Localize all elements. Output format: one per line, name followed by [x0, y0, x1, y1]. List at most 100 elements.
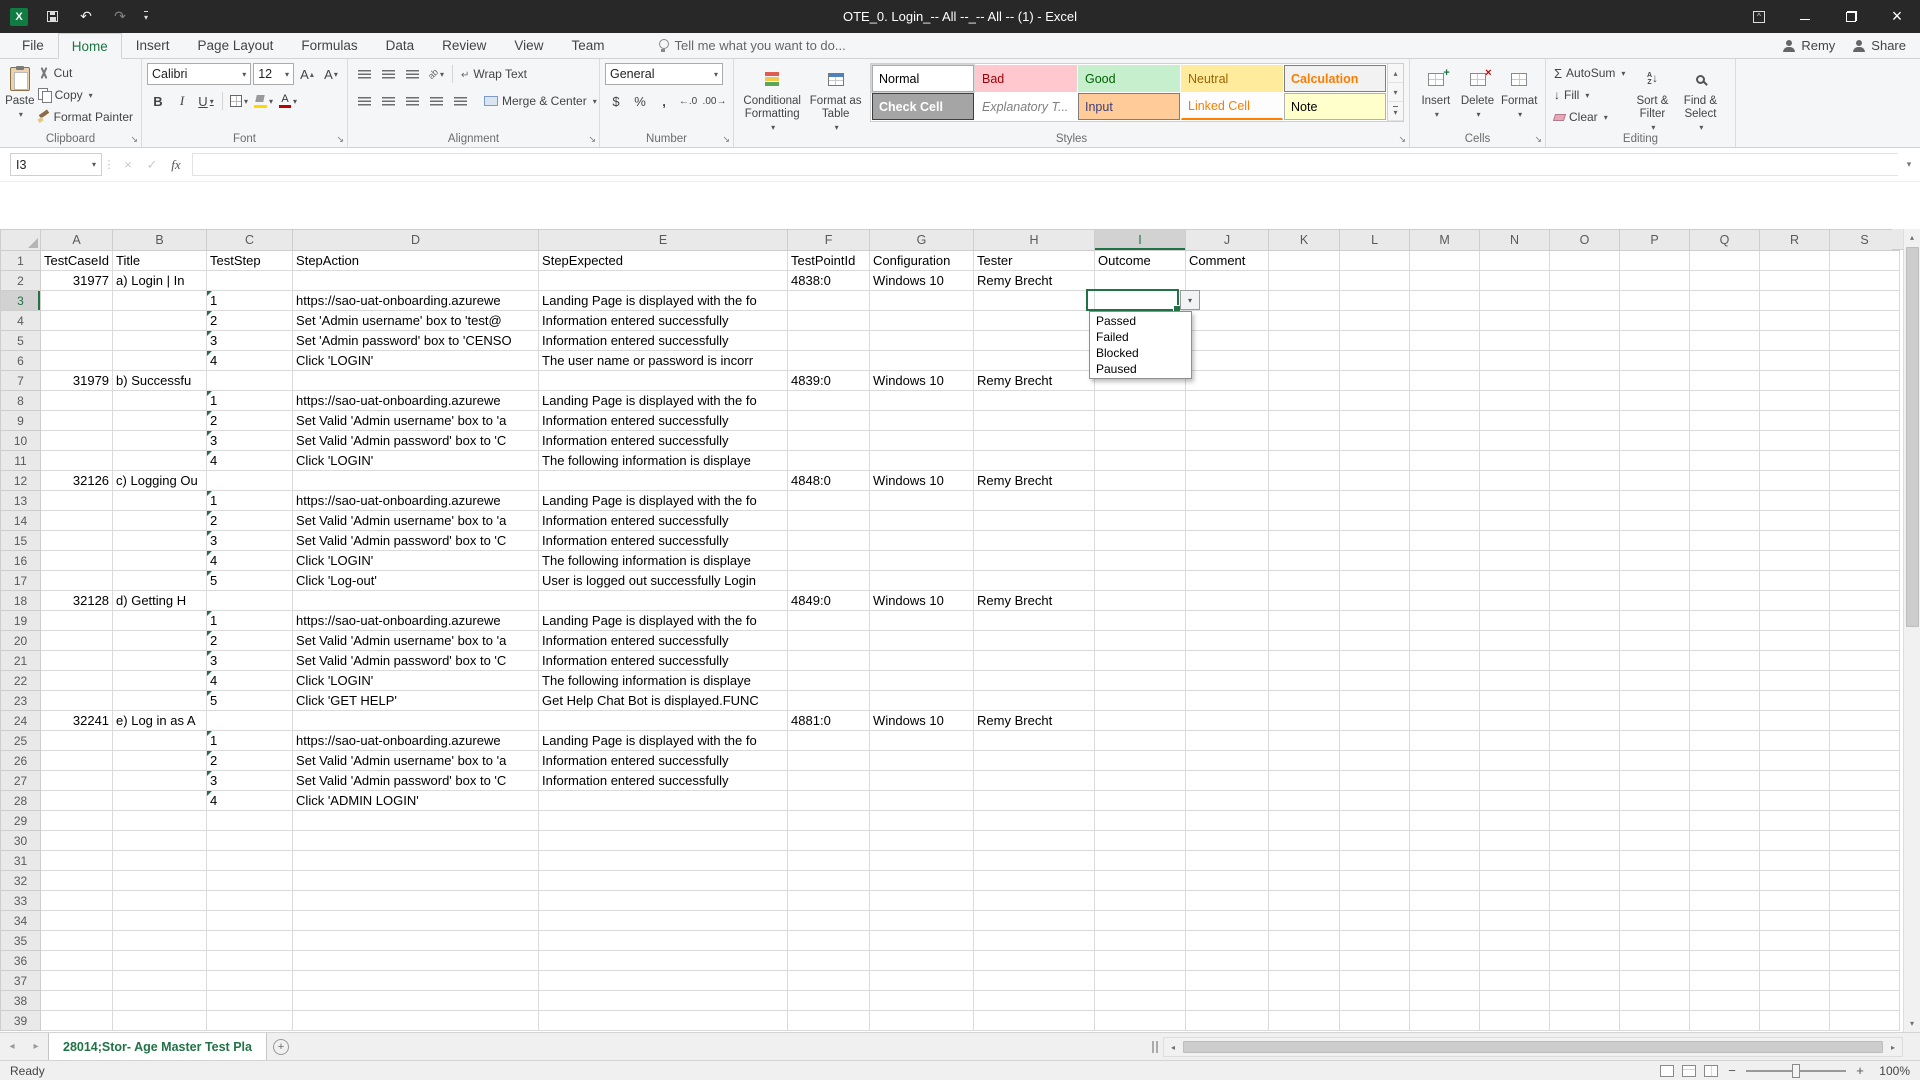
cell-C27[interactable]: 3 [206, 770, 294, 791]
cell-L38[interactable] [1339, 990, 1411, 1011]
cell-O27[interactable] [1549, 770, 1621, 791]
user-account-button[interactable]: Remy [1783, 38, 1835, 53]
cell-Q19[interactable] [1689, 610, 1761, 631]
ribbon-tab-team[interactable]: Team [557, 33, 618, 58]
cell-S10[interactable] [1829, 430, 1901, 451]
cell-R31[interactable] [1759, 850, 1831, 871]
underline-button[interactable]: U [195, 90, 217, 112]
cell-C21[interactable]: 3 [206, 650, 294, 671]
cell-N39[interactable] [1479, 1010, 1551, 1031]
cell-A30[interactable] [39, 830, 114, 851]
cell-R33[interactable] [1759, 890, 1831, 911]
cell-J21[interactable] [1185, 650, 1270, 671]
cell-J14[interactable] [1185, 510, 1270, 531]
cell-R17[interactable] [1759, 570, 1831, 591]
cell-C17[interactable]: 5 [206, 570, 294, 591]
cell-A25[interactable] [39, 730, 114, 751]
cell-C24[interactable] [206, 710, 294, 731]
cell-J26[interactable] [1185, 750, 1270, 771]
cell-H32[interactable] [973, 870, 1096, 891]
cell-I35[interactable] [1094, 930, 1187, 951]
cell-G28[interactable] [869, 790, 975, 811]
cell-A15[interactable] [39, 530, 114, 551]
cell-O39[interactable] [1549, 1010, 1621, 1031]
cell-H3[interactable] [973, 290, 1096, 311]
fill-button[interactable]: Fill [1551, 85, 1628, 105]
cell-P38[interactable] [1619, 990, 1691, 1011]
cell-O10[interactable] [1549, 430, 1621, 451]
cell-Q1[interactable] [1689, 250, 1761, 271]
cell-D8[interactable]: https://sao-uat-onboarding.azurewe [292, 390, 540, 411]
cell-M36[interactable] [1409, 950, 1481, 971]
cell-S1[interactable] [1829, 250, 1901, 271]
cell-D19[interactable]: https://sao-uat-onboarding.azurewe [292, 610, 540, 631]
cell-S25[interactable] [1829, 730, 1901, 751]
cell-A32[interactable] [39, 870, 114, 891]
cell-F23[interactable] [787, 690, 871, 711]
cell-P11[interactable] [1619, 450, 1691, 471]
cell-P15[interactable] [1619, 530, 1691, 551]
cell-F28[interactable] [787, 790, 871, 811]
row-header-27[interactable]: 27 [0, 770, 41, 791]
cell-F14[interactable] [787, 510, 871, 531]
cell-G10[interactable] [869, 430, 975, 451]
cell-F21[interactable] [787, 650, 871, 671]
page-layout-view-button[interactable] [1682, 1064, 1696, 1077]
column-header-R[interactable]: R [1759, 229, 1831, 251]
cell-K34[interactable] [1268, 910, 1341, 931]
row-header-3[interactable]: 3 [0, 290, 41, 311]
cell-M19[interactable] [1409, 610, 1481, 631]
cell-D29[interactable] [292, 810, 540, 831]
cell-M13[interactable] [1409, 490, 1481, 511]
column-header-M[interactable]: M [1409, 229, 1481, 251]
cell-F37[interactable] [787, 970, 871, 991]
cell-I23[interactable] [1094, 690, 1187, 711]
cell-D25[interactable]: https://sao-uat-onboarding.azurewe [292, 730, 540, 751]
cell-A29[interactable] [39, 810, 114, 831]
cell-N31[interactable] [1479, 850, 1551, 871]
cell-M10[interactable] [1409, 430, 1481, 451]
cell-R6[interactable] [1759, 350, 1831, 371]
cell-S26[interactable] [1829, 750, 1901, 771]
cell-E22[interactable]: The following information is displaye [538, 670, 789, 691]
cell-H7[interactable]: Remy Brecht [973, 370, 1096, 391]
cell-O9[interactable] [1549, 410, 1621, 431]
cell-L23[interactable] [1339, 690, 1411, 711]
cell-P5[interactable] [1619, 330, 1691, 351]
font-color-button[interactable] [277, 90, 299, 112]
cell-F16[interactable] [787, 550, 871, 571]
cell-A14[interactable] [39, 510, 114, 531]
bottom-align-button[interactable] [401, 63, 423, 85]
cell-F32[interactable] [787, 870, 871, 891]
cell-D14[interactable]: Set Valid 'Admin username' box to 'a [292, 510, 540, 531]
cell-S21[interactable] [1829, 650, 1901, 671]
cell-R12[interactable] [1759, 470, 1831, 491]
cell-N14[interactable] [1479, 510, 1551, 531]
cell-style-linked-cell[interactable]: Linked Cell [1181, 93, 1283, 120]
cell-J31[interactable] [1185, 850, 1270, 871]
vertical-scrollbar[interactable] [1903, 229, 1920, 1032]
cell-E6[interactable]: The user name or password is incorr [538, 350, 789, 371]
cell-D10[interactable]: Set Valid 'Admin password' box to 'C [292, 430, 540, 451]
cell-F39[interactable] [787, 1010, 871, 1031]
cell-F38[interactable] [787, 990, 871, 1011]
cell-A21[interactable] [39, 650, 114, 671]
cell-K32[interactable] [1268, 870, 1341, 891]
cell-E18[interactable] [538, 590, 789, 611]
cell-R3[interactable] [1759, 290, 1831, 311]
ribbon-tab-file[interactable]: File [8, 33, 58, 58]
cell-S2[interactable] [1829, 270, 1901, 291]
row-header-7[interactable]: 7 [0, 370, 41, 391]
decrease-indent-button[interactable] [425, 90, 447, 112]
cell-C29[interactable] [206, 810, 294, 831]
cell-P34[interactable] [1619, 910, 1691, 931]
cell-G16[interactable] [869, 550, 975, 571]
cell-C38[interactable] [206, 990, 294, 1011]
cell-B4[interactable] [112, 310, 208, 331]
cell-R4[interactable] [1759, 310, 1831, 331]
cell-G2[interactable]: Windows 10 [869, 270, 975, 291]
cell-B7[interactable]: b) Successfu [112, 370, 208, 391]
comma-style-button[interactable] [653, 90, 675, 112]
cell-P19[interactable] [1619, 610, 1691, 631]
cell-B8[interactable] [112, 390, 208, 411]
